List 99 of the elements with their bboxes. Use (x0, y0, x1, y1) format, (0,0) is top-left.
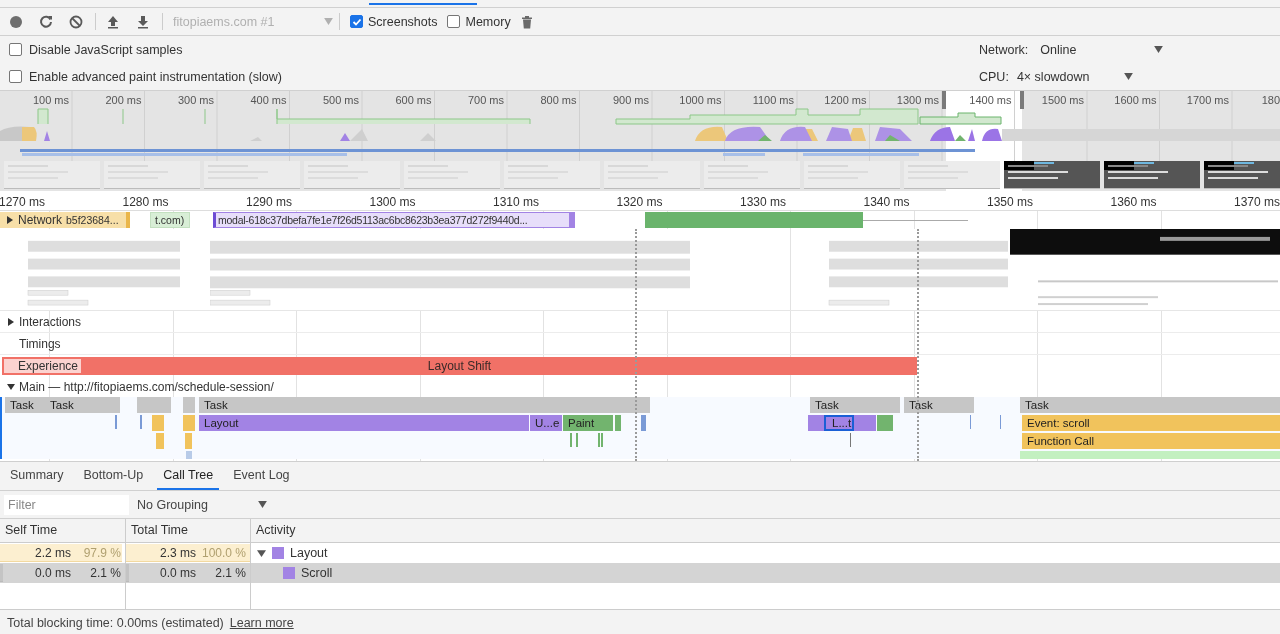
time-tick-label: 1280 ms (122, 195, 169, 209)
time-tick-label: 1300 ms (369, 195, 416, 209)
throttling-label: CPU: (979, 69, 1009, 84)
table-cell: Scroll (301, 566, 333, 580)
flame-chart-entry[interactable]: Task (5, 397, 45, 413)
track-label: Network (18, 213, 62, 227)
learn-more-link[interactable]: Learn more (229, 615, 294, 630)
throttling-select[interactable]: Online (1040, 42, 1164, 57)
time-tick-label: 1360 ms (1110, 195, 1157, 209)
selection-handle[interactable] (942, 91, 946, 109)
download-icon[interactable] (136, 14, 150, 29)
flame-chart-entry[interactable]: Task (810, 397, 900, 413)
track-label: Experience (4, 359, 82, 373)
table-cell: 0.0 ms (35, 566, 71, 580)
overview-tick-label: 1500 ms (1041, 94, 1084, 106)
record-icon[interactable] (9, 14, 23, 29)
flame-chart-entry[interactable]: Event: scroll (1022, 415, 1280, 431)
overview-tick-label: 1300 ms (896, 94, 939, 106)
clear-icon[interactable] (69, 14, 83, 29)
table-row[interactable]: 2.2 ms 97.9 % 2.3 ms 100.0 % Layout (0, 543, 1280, 563)
overview-tick-label: 1000 ms (679, 94, 722, 106)
column-header[interactable]: Total Time (126, 519, 251, 542)
selection-handle[interactable] (1020, 91, 1024, 109)
network-request-bar[interactable]: t.com) (150, 212, 190, 228)
tab[interactable]: Call Tree (157, 462, 220, 490)
flame-chart-entry[interactable]: U...e (530, 415, 562, 431)
network-request-bar[interactable]: modal-618c37dbefa7fe1e7f26d5113ac6bc8623b3ea377d272f9440d... (213, 212, 575, 228)
flame-chart-entry[interactable]: Layout (199, 415, 529, 431)
overview-tick-label: 500 ms (322, 94, 359, 106)
checkbox[interactable] (350, 15, 363, 28)
overview-tick-label: 100 ms (32, 94, 69, 106)
time-tick-label: 1320 ms (616, 195, 663, 209)
time-tick-label: 1340 ms (863, 195, 910, 209)
overview-tick-label: 900 ms (612, 94, 649, 106)
dropdown-caret-icon (258, 501, 267, 508)
filter-field[interactable]: Filter (4, 494, 129, 515)
checkbox[interactable] (447, 15, 461, 28)
tab[interactable]: Bottom-Up (77, 462, 150, 490)
dropdown-caret-icon (1123, 73, 1133, 80)
upload-icon[interactable] (106, 14, 120, 29)
time-tick-label: 1370 ms (1233, 195, 1280, 209)
flame-chart-entry[interactable]: Paint (563, 415, 608, 431)
checkbox-label: Screenshots (368, 14, 438, 29)
overview-tick-label: 1200 ms (824, 94, 867, 106)
flame-chart-entry[interactable]: Task (199, 397, 650, 413)
overview-tick-label: 200 ms (105, 94, 142, 106)
overview-tick-label: 800 ms (540, 94, 577, 106)
track-label: Main — http://fitopiaems.com/schedule-session/ (19, 380, 274, 394)
overview-tick-label: 1100 ms (752, 94, 794, 106)
time-tick-label: 1310 ms (492, 195, 539, 209)
checkbox[interactable] (9, 70, 22, 83)
trash-icon[interactable] (520, 14, 533, 29)
tab[interactable]: Summary (4, 462, 70, 490)
dropdown-caret-icon (1154, 46, 1164, 53)
time-tick-label: 1330 ms (739, 195, 786, 209)
table-cell: 0.0 ms (160, 566, 196, 580)
overview-tick-label: 300 ms (177, 94, 214, 106)
table-cell: 100.0 % (201, 546, 246, 560)
flame-chart-entry[interactable]: Task (1020, 397, 1280, 413)
table-cell: 2.2 ms (35, 546, 71, 560)
throttling-select[interactable]: 4× slowdown (1016, 69, 1133, 84)
overview-tick-label: 400 ms (250, 94, 287, 106)
table-row[interactable]: 0.0 ms 2.1 % 0.0 ms 2.1 % Scroll (0, 563, 1280, 583)
overview-tick-label: 1700 ms (1186, 94, 1229, 106)
reload-icon[interactable] (39, 14, 53, 29)
overview-tick-label: 700 ms (467, 94, 504, 106)
expand-triangle-icon[interactable] (7, 383, 15, 391)
table-cell: Layout (290, 546, 328, 560)
overview-tick-label: 180 (1261, 94, 1280, 106)
checkbox-label: Enable advanced paint instrumentation (slow) (29, 69, 282, 84)
table-cell: 97.9 % (83, 546, 121, 560)
checkbox[interactable] (9, 43, 22, 56)
overview-tick-label: 1400 ms (969, 94, 1012, 106)
time-tick-label: 1350 ms (986, 195, 1033, 209)
dropdown-caret-icon (324, 18, 333, 25)
tab[interactable]: Event Log (227, 462, 296, 490)
flame-chart-entry[interactable]: L...t (824, 415, 854, 431)
flame-chart-entry[interactable]: Task (45, 397, 120, 413)
track-label: Timings (19, 336, 61, 351)
expand-triangle-icon[interactable] (6, 216, 14, 224)
time-tick-label: 1290 ms (245, 195, 292, 209)
column-header[interactable]: Self Time (0, 519, 126, 542)
table-cell: 2.3 ms (160, 546, 196, 560)
throttling-label: Network: (979, 42, 1029, 57)
expand-triangle-icon[interactable] (257, 548, 266, 558)
flame-chart-entry[interactable]: Task (904, 397, 974, 413)
expand-triangle-icon[interactable] (7, 317, 15, 326)
overview-tick-label: 1600 ms (1114, 94, 1157, 106)
table-cell: 2.1 % (90, 566, 121, 580)
overview-tick-label: 600 ms (395, 94, 432, 106)
flame-chart-entry[interactable]: Function Call (1022, 433, 1280, 449)
grouping-select[interactable]: No Grouping (137, 497, 267, 512)
time-tick-label: 1270 ms (0, 195, 45, 209)
checkbox-label: Memory (465, 14, 511, 29)
checkbox-label: Disable JavaScript samples (29, 42, 183, 57)
status-text: Total blocking time: 0.00ms (estimated) (7, 615, 224, 630)
column-header[interactable]: Activity (251, 519, 1280, 542)
table-cell: 2.1 % (215, 566, 246, 580)
track-label: Interactions (19, 314, 82, 329)
